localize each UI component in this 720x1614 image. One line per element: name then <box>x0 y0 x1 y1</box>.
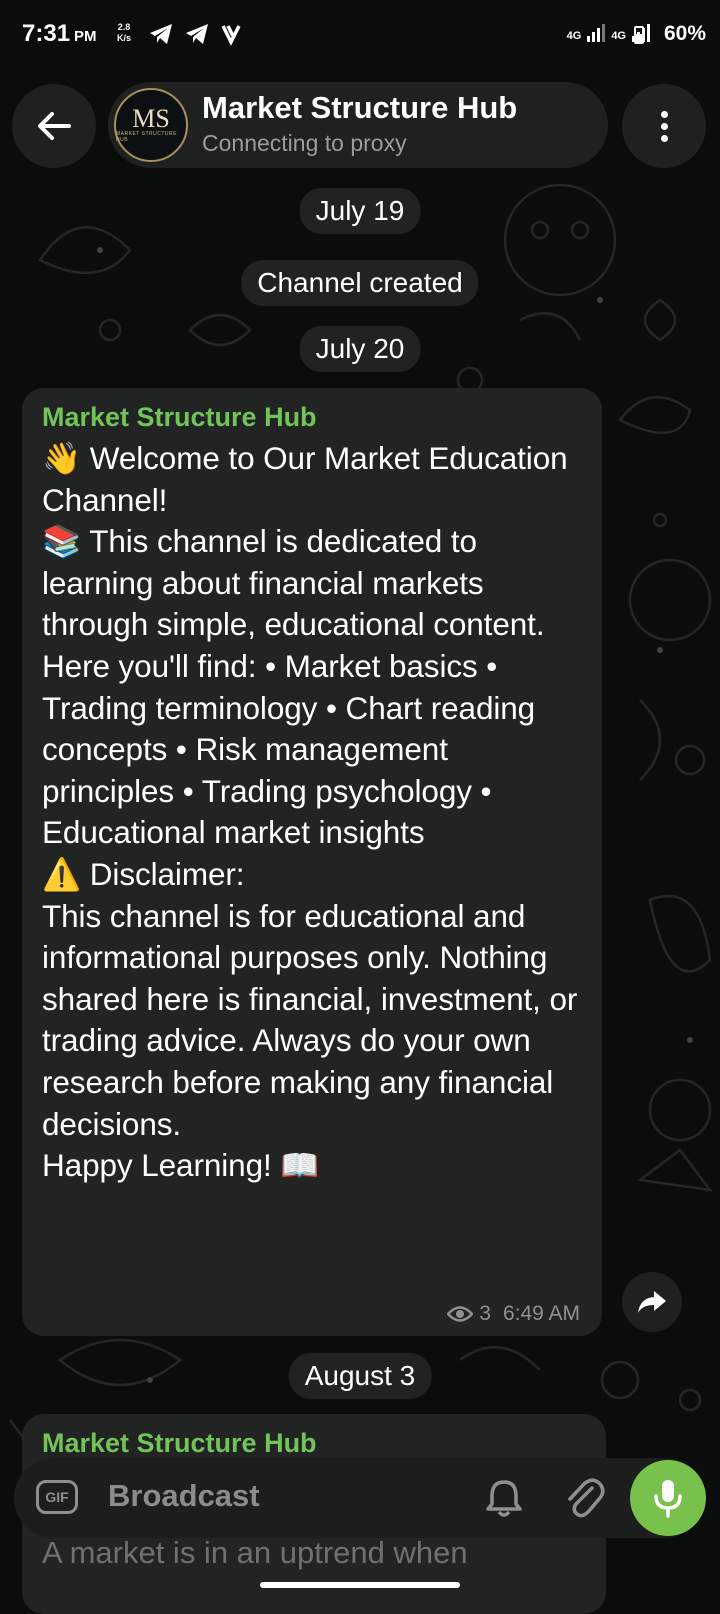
channel-avatar[interactable]: MS MARKET STRUCTURE HUB <box>114 88 188 162</box>
view-count: 3 <box>479 1302 491 1325</box>
connection-status: Connecting to proxy <box>202 130 407 156</box>
arrow-left-icon <box>38 112 71 140</box>
gif-icon[interactable]: GIF <box>36 1480 78 1514</box>
dot-icon <box>660 110 668 118</box>
home-indicator[interactable] <box>260 1582 460 1588</box>
message-sender: Market Structure Hub <box>42 1428 317 1458</box>
network-speed: 2.8 K/s <box>117 22 132 43</box>
paperclip-icon[interactable] <box>562 1474 606 1522</box>
notification-icons <box>148 22 242 46</box>
service-message: Channel created <box>241 260 479 306</box>
more-options-button[interactable] <box>622 84 706 168</box>
message-text: A market is in an uptrend when <box>42 1535 468 1570</box>
dot-icon <box>660 134 668 142</box>
status-bar: 7:31 PM 2.8 K/s 4G 4G 60% <box>0 0 720 72</box>
network-type-label: 4G <box>566 30 582 42</box>
message-sender: Market Structure Hub <box>42 402 317 432</box>
date-chip: July 20 <box>299 326 421 372</box>
microphone-icon <box>654 1480 682 1518</box>
battery-icon <box>634 26 644 44</box>
telegram-icon <box>186 24 208 44</box>
battery-percent: 60% <box>663 22 706 45</box>
message-time: 6:49 AM <box>502 1302 580 1325</box>
microphone-button[interactable] <box>630 1460 706 1536</box>
dot-icon <box>660 122 668 130</box>
forward-button[interactable] <box>622 1272 682 1332</box>
broadcast-input[interactable]: Broadcast <box>108 1478 260 1514</box>
back-button[interactable] <box>12 84 96 168</box>
telegram-icon <box>150 24 172 44</box>
share-arrow-icon <box>638 1291 666 1313</box>
signal-bars-icon <box>587 24 606 42</box>
bell-icon[interactable] <box>482 1476 526 1520</box>
date-chip: July 19 <box>299 188 421 234</box>
message-bubble[interactable]: Market Structure Hub 👋 Welcome to Our Ma… <box>22 388 602 1336</box>
broadcast-input-bar: GIF Broadcast <box>14 1458 706 1538</box>
network-type-label: 4G <box>611 30 626 42</box>
message-meta: 3 6:49 AM <box>447 1302 580 1326</box>
message-text: 👋 Welcome to Our Market Education Channe… <box>42 440 578 1184</box>
chat-header[interactable]: MS MARKET STRUCTURE HUB Market Structure… <box>108 82 608 168</box>
channel-title: Market Structure Hub <box>202 90 518 125</box>
app-notification-icon <box>221 25 241 46</box>
status-time: 7:31 PM <box>22 20 97 47</box>
date-chip: August 3 <box>288 1353 432 1399</box>
eye-icon <box>447 1306 474 1322</box>
